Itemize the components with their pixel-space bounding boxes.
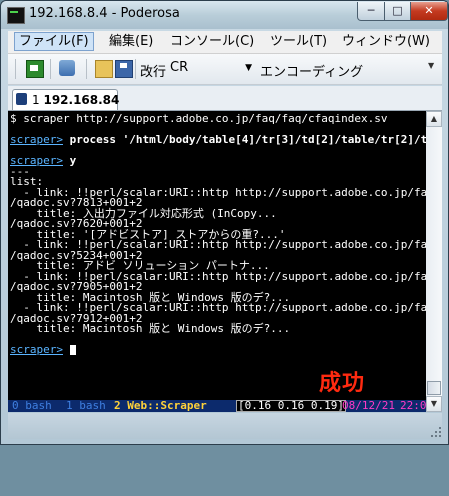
text-cursor <box>69 345 76 355</box>
vertical-scrollbar[interactable]: ▲ ▼ <box>426 111 442 412</box>
screen-window-1: 1 bash <box>66 399 106 412</box>
terminal-line: scraper> y <box>10 154 426 167</box>
menu-console[interactable]: コンソール(C) <box>166 33 258 50</box>
title-bar[interactable]: 192.168.8.4 - Poderosa ─ □ ✕ <box>1 1 448 29</box>
toolbar: 改行 CR ▼ エンコーディング <box>8 54 442 85</box>
save-icon[interactable] <box>115 60 133 78</box>
terminal-line: title: Macintosh 版と Windows 版のデ?... <box>10 322 291 335</box>
toolbar-separator <box>50 59 51 79</box>
command-text: y <box>62 154 77 167</box>
menu-window[interactable]: ウィンドウ(W) <box>338 33 434 50</box>
menu-tools[interactable]: ツール(T) <box>266 33 331 50</box>
shell-prompt: scraper> <box>10 343 63 356</box>
terminal-line: scraper> process '/html/body/table[4]/tr… <box>10 133 426 146</box>
menu-file[interactable]: ファイル(F) <box>14 32 94 51</box>
screen-window-2-active: 2 Web::Scraper <box>114 399 207 412</box>
scroll-up-icon[interactable]: ▲ <box>426 111 442 127</box>
maximize-button[interactable]: □ <box>384 2 411 21</box>
open-folder-icon[interactable] <box>95 60 113 78</box>
tab-label: 1 192.168.84 <box>32 93 120 107</box>
screen-status-line: 0 bash 1 bash 2 Web::Scraper [0.16 0.16 … <box>8 399 433 412</box>
chevron-down-icon: ▼ <box>245 63 252 73</box>
terminal-tab-icon <box>16 93 27 105</box>
scroll-thumb[interactable] <box>427 381 441 395</box>
newline-label: 改行 <box>140 65 167 80</box>
tab-session-1[interactable]: 1 192.168.84 <box>12 89 120 110</box>
menu-bar: ファイル(F) 編集(E) コンソール(C) ツール(T) ウィンドウ(W) <box>8 31 442 54</box>
window-bottom-frame <box>8 413 442 439</box>
encoding-label: エンコーディング <box>260 65 364 80</box>
newline-value: CR <box>170 60 189 75</box>
terminal-line: --- <box>10 164 30 178</box>
command-text: process '/html/body/table[4]/tr[3]/td[2]… <box>62 133 426 146</box>
terminal-app-icon <box>7 7 25 24</box>
close-button[interactable]: ✕ <box>410 2 448 21</box>
terminal-line: $ scraper http://support.adobe.co.jp/faq… <box>10 112 388 125</box>
success-annotation: 成功 <box>319 371 366 396</box>
toolbar-overflow-icon[interactable]: ▼ <box>428 61 434 70</box>
command-text <box>63 343 70 356</box>
status-date: 08/12/21 <box>342 399 395 412</box>
tab-bar: 1 192.168.84 <box>8 86 442 111</box>
toolbar-separator <box>135 59 136 79</box>
newline-select[interactable]: CR ▼ <box>170 59 254 77</box>
shell-prompt: scraper> <box>10 133 63 146</box>
scroll-down-icon[interactable]: ▼ <box>426 396 442 412</box>
toolbar-separator <box>86 59 87 79</box>
terminal-line: scraper> <box>10 343 426 356</box>
window-title: 192.168.8.4 - Poderosa <box>29 6 180 21</box>
application-window: 192.168.8.4 - Poderosa ─ □ ✕ ファイル(F) 編集(… <box>0 0 449 445</box>
minimize-button[interactable]: ─ <box>357 2 385 21</box>
resize-grip-icon[interactable] <box>429 425 443 439</box>
menu-edit[interactable]: 編集(E) <box>105 33 157 50</box>
toolbar-grip <box>15 59 16 79</box>
load-average: [0.16 0.16 0.19] <box>236 399 346 412</box>
screen-window-0: 0 bash <box>12 399 52 412</box>
database-icon[interactable] <box>59 60 75 76</box>
terminal-output: $ scraper http://support.adobe.co.jp/faq… <box>10 112 426 356</box>
new-connection-icon[interactable] <box>26 60 44 78</box>
